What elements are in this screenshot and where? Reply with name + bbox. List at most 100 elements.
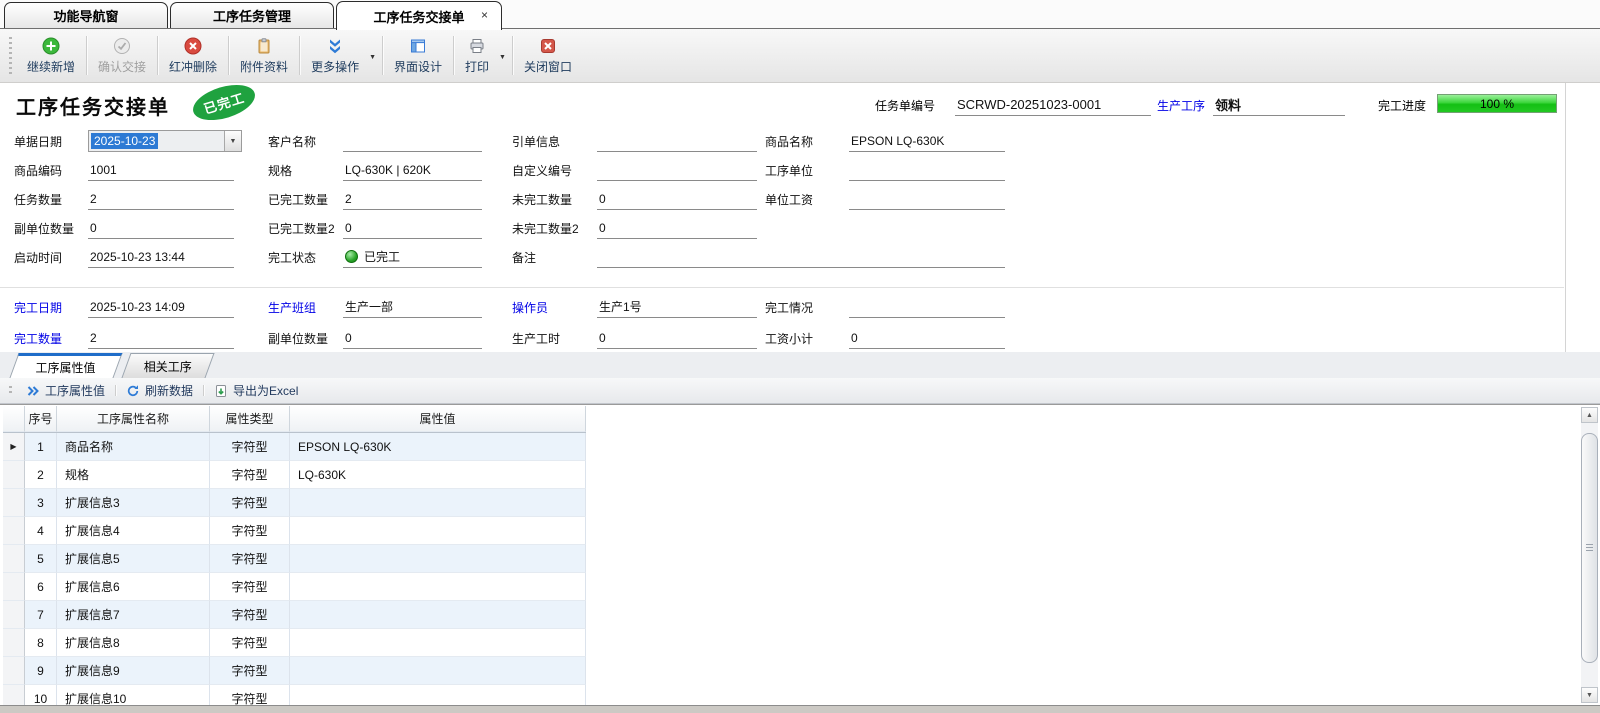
column-header-no[interactable]: 序号 [25, 406, 57, 432]
customer-input[interactable] [343, 130, 482, 152]
table-row[interactable]: 7 扩展信息7 字符型 [3, 601, 586, 629]
panel-right-edge [1565, 83, 1566, 352]
task-qty-input[interactable]: 2 [88, 188, 234, 210]
table-row[interactable]: 4 扩展信息4 字符型 [3, 517, 586, 545]
close-window-button[interactable]: 关闭窗口 [514, 29, 582, 82]
spec-input[interactable]: LQ-630K | 620K [343, 159, 482, 181]
print-dropdown-icon[interactable]: ▼ [499, 54, 511, 61]
toolbar-separator [299, 36, 300, 75]
process-link[interactable]: 生产工序 [1157, 94, 1205, 116]
custom-no-input[interactable] [597, 159, 757, 181]
wage-subtotal-input[interactable]: 0 [849, 327, 1005, 349]
printer-icon [468, 37, 486, 55]
print-button[interactable]: 打印 [455, 33, 499, 79]
red-delete-button[interactable]: 红冲删除 [159, 29, 227, 82]
table-row[interactable]: 8 扩展信息8 字符型 [3, 629, 586, 657]
finish-date-input[interactable]: 2025-10-23 14:09 [88, 296, 234, 318]
tab-close-icon[interactable]: × [481, 8, 488, 22]
field-wage-subtotal: 工资小计 0 [765, 327, 1005, 349]
attributes-table: 序号 工序属性名称 属性类型 属性值 1 商品名称 字符型 EPSON LQ-6… [3, 406, 586, 705]
export-excel-button[interactable]: 导出为Excel [205, 378, 307, 403]
tab-process-attributes[interactable]: 工序属性值 [9, 353, 122, 378]
current-row-indicator [3, 433, 25, 461]
tab-nav-window[interactable]: 功能导航窗 [4, 2, 168, 28]
ref-info-input[interactable] [597, 130, 757, 152]
finish-info-input[interactable] [849, 296, 1005, 318]
field-operator: 操作员 生产1号 [512, 296, 757, 318]
field-finish-info: 完工情况 [765, 296, 1005, 318]
operator-input[interactable]: 生产1号 [597, 296, 757, 318]
table-row[interactable]: 3 扩展信息3 字符型 [3, 489, 586, 517]
field-product-code: 商品编码 1001 [14, 159, 234, 181]
toolbar-separator [157, 36, 158, 75]
unit-wage-input[interactable] [849, 188, 1005, 210]
progress-label: 完工进度 [1378, 94, 1426, 116]
task-no-value[interactable]: SCRWD-20251023-0001 [955, 94, 1151, 116]
process-unit-input[interactable] [849, 159, 1005, 181]
product-name-input[interactable]: EPSON LQ-630K [849, 130, 1005, 152]
column-header-name[interactable]: 工序属性名称 [57, 406, 210, 432]
detail-toolbar-grip [9, 386, 12, 395]
done-qty-input[interactable]: 2 [343, 188, 482, 210]
more-actions-button[interactable]: 更多操作 [301, 33, 369, 79]
scroll-up-icon[interactable] [1581, 407, 1598, 423]
table-row[interactable]: 6 扩展信息6 字符型 [3, 573, 586, 601]
row-indicator [3, 489, 25, 517]
sub-unit-qty-input[interactable]: 0 [88, 217, 234, 239]
undone-qty2-input[interactable]: 0 [597, 217, 757, 239]
field-work-hours: 生产工时 0 [512, 327, 757, 349]
toolbar-separator [453, 36, 454, 75]
tab-related-processes[interactable]: 相关工序 [121, 353, 214, 378]
field-spec: 规格 LQ-630K | 620K [268, 159, 482, 181]
more-actions-dropdown-icon[interactable]: ▼ [369, 54, 381, 61]
scrollbar-thumb[interactable] [1581, 433, 1598, 663]
ui-design-button[interactable]: 界面设计 [384, 29, 452, 82]
finish-qty-input[interactable]: 2 [88, 327, 234, 349]
toolbar-separator [382, 36, 383, 75]
field-status: 完工状态 已完工 [268, 246, 482, 268]
section-divider [0, 287, 1564, 288]
table-row[interactable]: 5 扩展信息5 字符型 [3, 545, 586, 573]
delete-circle-icon [184, 37, 202, 55]
tab-task-handover[interactable]: 工序任务交接单 × [336, 1, 502, 30]
team-input[interactable]: 生产一部 [343, 296, 482, 318]
sub-unit-qty2-input[interactable]: 0 [343, 327, 482, 349]
scroll-down-icon[interactable] [1581, 687, 1598, 703]
toolbar-separator [115, 385, 116, 396]
main-toolbar: 继续新增 确认交接 红冲删除 附件资料 更多操作 ▼ 界面设计 打印 ▼ 关 [0, 29, 1600, 83]
vertical-scrollbar[interactable] [1581, 407, 1598, 703]
product-code-input[interactable]: 1001 [88, 159, 234, 181]
field-ref-info: 引单信息 [512, 130, 757, 152]
table-row[interactable]: 1 商品名称 字符型 EPSON LQ-630K [3, 433, 586, 461]
remark-input[interactable] [597, 246, 1005, 268]
field-sub-unit-qty2: 副单位数量 0 [268, 327, 482, 349]
status-green-icon [345, 250, 358, 263]
done-qty2-input[interactable]: 0 [343, 217, 482, 239]
table-row[interactable]: 9 扩展信息9 字符型 [3, 657, 586, 685]
process-attributes-action[interactable]: 工序属性值 [17, 378, 114, 403]
completed-stamp: 已完工 [189, 78, 259, 126]
doc-date-combobox[interactable]: 2025-10-23 [88, 130, 242, 152]
tab-task-management[interactable]: 工序任务管理 [170, 2, 334, 28]
process-value[interactable]: 领料 [1213, 94, 1345, 116]
field-task-qty: 任务数量 2 [14, 188, 234, 210]
field-done-qty2: 已完工数量2 0 [268, 217, 482, 239]
column-header-type[interactable]: 属性类型 [210, 406, 290, 432]
table-row[interactable]: 10 扩展信息10 字符型 [3, 685, 586, 705]
undone-qty-input[interactable]: 0 [597, 188, 757, 210]
field-unit-wage: 单位工资 [765, 188, 1005, 210]
confirm-handover-button[interactable]: 确认交接 [88, 29, 156, 82]
column-header-value[interactable]: 属性值 [290, 406, 586, 432]
refresh-data-button[interactable]: 刷新数据 [117, 378, 202, 403]
attachments-button[interactable]: 附件资料 [230, 29, 298, 82]
work-hours-input[interactable]: 0 [597, 327, 757, 349]
field-done-qty: 已完工数量 2 [268, 188, 482, 210]
combo-dropdown-button[interactable] [224, 131, 241, 151]
progress-text: 100 % [1480, 97, 1514, 111]
start-time-input[interactable]: 2025-10-23 13:44 [88, 246, 234, 268]
toolbar-separator [512, 36, 513, 75]
row-indicator [3, 629, 25, 657]
row-indicator [3, 657, 25, 685]
continue-add-button[interactable]: 继续新增 [17, 29, 85, 82]
table-row[interactable]: 2 规格 字符型 LQ-630K [3, 461, 586, 489]
